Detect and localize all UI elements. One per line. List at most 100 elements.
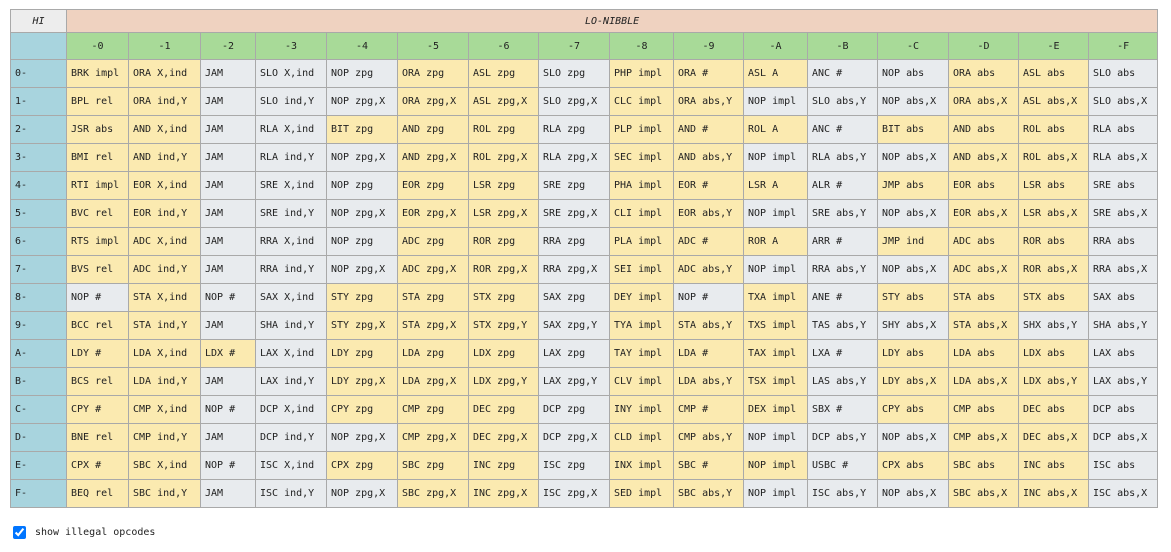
opcode-cell-legal[interactable]: ROR zpg,X [468,255,539,284]
opcode-cell-illegal[interactable]: NOP abs,X [877,143,949,172]
opcode-cell-legal[interactable]: STA ind,Y [128,311,201,340]
opcode-cell-legal[interactable]: LDA ind,Y [128,367,201,396]
opcode-cell-illegal[interactable]: SRE abs,X [1087,199,1159,228]
opcode-cell-illegal[interactable]: RLA abs,Y [807,143,878,172]
opcode-cell-legal[interactable]: RTI impl [66,171,129,200]
opcode-cell-illegal[interactable]: DCP abs,Y [807,423,878,452]
opcode-cell-illegal[interactable]: SLO zpg,X [538,87,610,116]
opcode-cell-illegal[interactable]: ANC # [807,59,878,88]
opcode-cell-illegal[interactable]: JAM [200,171,256,200]
opcode-cell-illegal[interactable]: SRE X,ind [255,171,327,200]
opcode-cell-legal[interactable]: TAY impl [609,339,674,368]
opcode-cell-legal[interactable]: LSR abs [1018,171,1089,200]
opcode-cell-legal[interactable]: AND # [673,115,744,144]
opcode-cell-legal[interactable]: EOR # [673,171,744,200]
opcode-cell-illegal[interactable]: NOP zpg,X [326,255,398,284]
opcode-cell-legal[interactable]: AND zpg [397,115,469,144]
opcode-cell-legal[interactable]: ADC # [673,227,744,256]
opcode-cell-illegal[interactable]: NOP # [200,451,256,480]
opcode-cell-illegal[interactable]: NOP zpg,X [326,423,398,452]
opcode-cell-legal[interactable]: JMP ind [877,227,949,256]
opcode-cell-illegal[interactable]: ANE # [807,283,878,312]
opcode-cell-legal[interactable]: STA zpg,X [397,311,469,340]
opcode-cell-legal[interactable]: SBC abs,Y [673,479,744,508]
opcode-cell-illegal[interactable]: SLO zpg [538,59,610,88]
opcode-cell-legal[interactable]: AND abs [948,115,1019,144]
opcode-cell-legal[interactable]: BIT abs [877,115,949,144]
opcode-cell-legal[interactable]: CMP zpg [397,395,469,424]
opcode-cell-illegal[interactable]: ALR # [807,171,878,200]
opcode-cell-legal[interactable]: BEQ rel [66,479,129,508]
opcode-cell-illegal[interactable]: NOP abs [877,59,949,88]
opcode-cell-illegal[interactable]: SAX zpg [538,283,610,312]
opcode-cell-illegal[interactable]: JAM [200,87,256,116]
opcode-cell-legal[interactable]: TYA impl [609,311,674,340]
opcode-cell-legal[interactable]: INY impl [609,395,674,424]
opcode-cell-legal[interactable]: LDY zpg [326,339,398,368]
opcode-cell-illegal[interactable]: NOP abs,X [877,479,949,508]
opcode-cell-illegal[interactable]: NOP impl [743,143,808,172]
opcode-cell-illegal[interactable]: JAM [200,311,256,340]
opcode-cell-legal[interactable]: LSR A [743,171,808,200]
opcode-cell-illegal[interactable]: NOP zpg [326,171,398,200]
opcode-cell-illegal[interactable]: JAM [200,115,256,144]
opcode-cell-legal[interactable]: RTS impl [66,227,129,256]
opcode-cell-illegal[interactable]: DCP ind,Y [255,423,327,452]
opcode-cell-legal[interactable]: ROL zpg [468,115,539,144]
opcode-cell-legal[interactable]: BVC rel [66,199,129,228]
opcode-cell-legal[interactable]: LDA abs,Y [673,367,744,396]
opcode-cell-illegal[interactable]: DCP abs,X [1087,423,1159,452]
opcode-cell-legal[interactable]: STY zpg [326,283,398,312]
opcode-cell-legal[interactable]: SBC ind,Y [128,479,201,508]
opcode-cell-legal[interactable]: EOR zpg,X [397,199,469,228]
opcode-cell-legal[interactable]: LDY zpg,X [326,367,398,396]
opcode-cell-legal[interactable]: EOR abs [948,171,1019,200]
opcode-cell-illegal[interactable]: JAM [200,199,256,228]
opcode-cell-legal[interactable]: BIT zpg [326,115,398,144]
opcode-cell-legal[interactable]: ORA zpg,X [397,87,469,116]
opcode-cell-legal[interactable]: LDA zpg [397,339,469,368]
opcode-cell-legal[interactable]: STA X,ind [128,283,201,312]
opcode-cell-legal[interactable]: CLC impl [609,87,674,116]
opcode-cell-illegal[interactable]: RLA X,ind [255,115,327,144]
opcode-cell-legal[interactable]: SBC zpg,X [397,479,469,508]
opcode-cell-illegal[interactable]: ANC # [807,115,878,144]
opcode-cell-legal[interactable]: STY abs [877,283,949,312]
opcode-cell-legal[interactable]: LSR zpg [468,171,539,200]
opcode-cell-illegal[interactable]: SHX abs,Y [1018,311,1089,340]
opcode-cell-legal[interactable]: PLP impl [609,115,674,144]
opcode-cell-illegal[interactable]: ISC abs,X [1087,479,1159,508]
opcode-cell-illegal[interactable]: LAX abs [1087,339,1159,368]
opcode-cell-legal[interactable]: EOR zpg [397,171,469,200]
opcode-cell-legal[interactable]: STX zpg,Y [468,311,539,340]
opcode-cell-illegal[interactable]: ISC zpg [538,451,610,480]
opcode-cell-illegal[interactable]: JAM [200,423,256,452]
opcode-cell-legal[interactable]: SBC abs [948,451,1019,480]
opcode-cell-illegal[interactable]: SLO abs [1087,59,1159,88]
opcode-cell-legal[interactable]: NOP impl [743,451,808,480]
opcode-cell-illegal[interactable]: JAM [200,367,256,396]
opcode-cell-legal[interactable]: PHA impl [609,171,674,200]
opcode-cell-legal[interactable]: ADC abs,X [948,255,1019,284]
opcode-cell-illegal[interactable]: SLO X,ind [255,59,327,88]
opcode-cell-illegal[interactable]: NOP zpg,X [326,199,398,228]
opcode-cell-legal[interactable]: ROL abs [1018,115,1089,144]
opcode-cell-legal[interactable]: ORA abs [948,59,1019,88]
opcode-cell-illegal[interactable]: JAM [200,255,256,284]
opcode-cell-illegal[interactable]: NOP impl [743,423,808,452]
opcode-cell-legal[interactable]: LDY # [66,339,129,368]
opcode-cell-illegal[interactable]: NOP abs,X [877,87,949,116]
opcode-cell-illegal[interactable]: NOP zpg,X [326,479,398,508]
opcode-cell-illegal[interactable]: ISC ind,Y [255,479,327,508]
opcode-cell-illegal[interactable]: NOP # [200,395,256,424]
opcode-cell-legal[interactable]: STA abs,Y [673,311,744,340]
opcode-cell-illegal[interactable]: NOP zpg [326,227,398,256]
opcode-cell-illegal[interactable]: LAX abs,Y [1087,367,1159,396]
opcode-cell-legal[interactable]: CPX # [66,451,129,480]
opcode-cell-legal[interactable]: CMP abs,X [948,423,1019,452]
opcode-cell-legal[interactable]: SBC zpg [397,451,469,480]
opcode-cell-illegal[interactable]: NOP zpg,X [326,87,398,116]
opcode-cell-illegal[interactable]: ISC zpg,X [538,479,610,508]
opcode-cell-illegal[interactable]: NOP abs,X [877,423,949,452]
opcode-cell-legal[interactable]: ASL abs,X [1018,87,1089,116]
